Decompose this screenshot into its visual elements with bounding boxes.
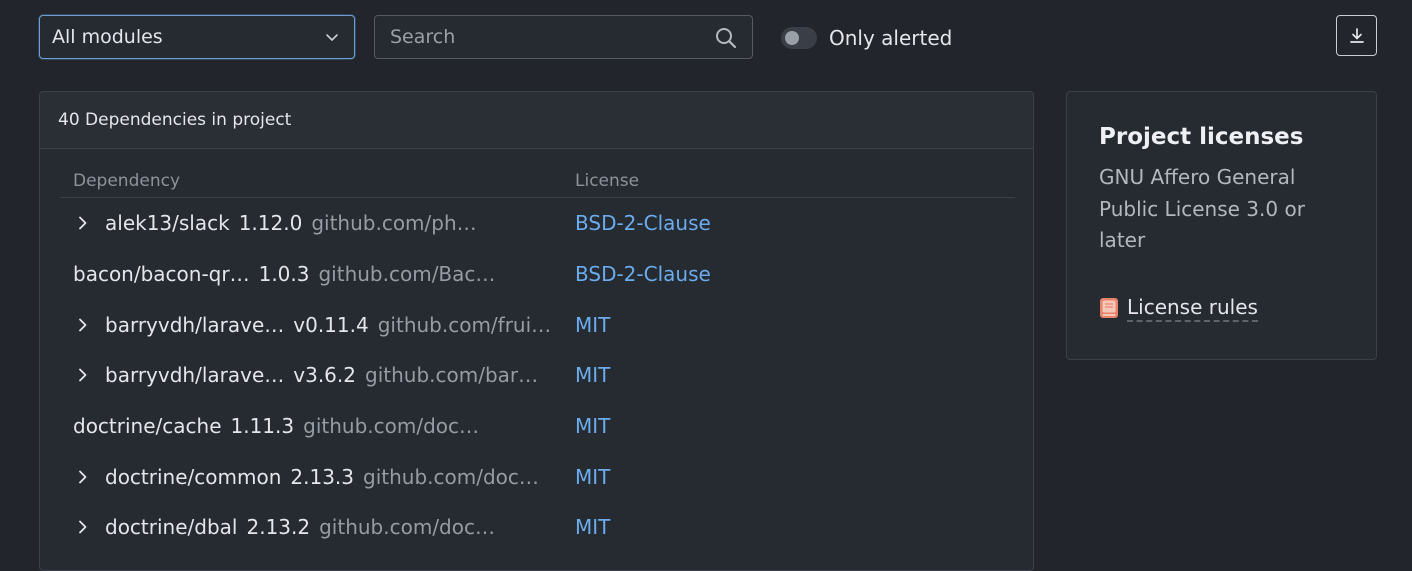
dependency-version: 2.13.3: [290, 464, 355, 489]
dependency-cell: bacon/bacon-qr… 1.0.3 github.com/Bac…: [73, 262, 495, 286]
dependency-version: 1.11.3: [230, 414, 295, 439]
dependency-version: v3.6.2: [293, 363, 356, 388]
dependency-name: bacon/bacon-qr…: [73, 262, 250, 287]
book-icon: [1100, 298, 1118, 318]
license-link[interactable]: BSD-2-Clause: [575, 211, 711, 235]
dependency-version: v0.11.4: [293, 312, 369, 337]
license-link[interactable]: MIT: [575, 313, 610, 337]
dependency-source: github.com/bar…: [365, 363, 539, 388]
dependency-version: 2.13.2: [246, 515, 311, 540]
chevron-right-icon[interactable]: [73, 467, 93, 487]
dependencies-table: Dependency License alek13/slack 1.12.0 g…: [60, 164, 1015, 553]
license-link[interactable]: MIT: [575, 414, 610, 438]
chevron-down-icon: [326, 34, 338, 41]
download-icon: [1349, 27, 1364, 43]
dependency-name: barryvdh/larave…: [105, 363, 285, 388]
dependency-source: github.com/doc…: [363, 464, 539, 489]
dependency-name: doctrine/dbal: [105, 515, 238, 540]
table-row: barryvdh/larave… v0.11.4 github.com/frui…: [60, 299, 1015, 350]
project-licenses-card: Project licenses GNU Affero General Publ…: [1066, 91, 1377, 360]
column-header-license: License: [575, 170, 640, 191]
toolbar: All modules Only alerted: [0, 0, 1412, 76]
table-row: doctrine/common 2.13.3 github.com/doc… M…: [60, 451, 1015, 502]
module-select-value: All modules: [52, 26, 163, 48]
chevron-right-icon[interactable]: [73, 365, 93, 385]
license-link[interactable]: BSD-2-Clause: [575, 262, 711, 286]
chevron-right-icon[interactable]: [73, 315, 93, 335]
dependency-source: github.com/Bac…: [318, 262, 496, 287]
export-button[interactable]: [1336, 15, 1377, 56]
search-box: [374, 15, 753, 59]
dependency-source: github.com/doc…: [319, 515, 495, 540]
dependency-cell: doctrine/common 2.13.3 github.com/doc…: [73, 465, 539, 489]
table-row: alek13/slack 1.12.0 github.com/ph… BSD-2…: [60, 198, 1015, 249]
dependency-cell: alek13/slack 1.12.0 github.com/ph…: [73, 211, 477, 235]
only-alerted-toggle-group: Only alerted: [781, 22, 952, 54]
project-licenses-title: Project licenses: [1099, 124, 1304, 150]
dependency-cell: barryvdh/larave… v0.11.4 github.com/frui…: [73, 313, 551, 337]
dependency-source: github.com/frui…: [377, 312, 552, 337]
dependencies-count: 40 Dependencies in project: [40, 92, 1033, 149]
license-link[interactable]: MIT: [575, 465, 610, 489]
dependency-name: alek13/slack: [105, 211, 230, 236]
table-header: Dependency License: [60, 164, 1015, 198]
table-body: alek13/slack 1.12.0 github.com/ph… BSD-2…: [60, 198, 1015, 553]
only-alerted-label: Only alerted: [829, 26, 953, 50]
search-icon[interactable]: [714, 26, 738, 50]
dependency-source: github.com/ph…: [311, 211, 477, 236]
license-link[interactable]: MIT: [575, 515, 610, 539]
dependency-cell: doctrine/dbal 2.13.2 github.com/doc…: [73, 515, 495, 539]
table-row: doctrine/cache 1.11.3 github.com/doc… MI…: [60, 401, 1015, 452]
table-row: bacon/bacon-qr… 1.0.3 github.com/Bac… BS…: [60, 249, 1015, 300]
dependency-cell: doctrine/cache 1.11.3 github.com/doc…: [73, 414, 479, 438]
dependency-version: 1.12.0: [238, 211, 303, 236]
dependency-name: barryvdh/larave…: [105, 312, 285, 337]
project-license-name: GNU Affero General Public License 3.0 or…: [1099, 165, 1305, 252]
dependency-cell: barryvdh/larave… v3.6.2 github.com/bar…: [73, 363, 538, 387]
only-alerted-toggle[interactable]: [781, 27, 817, 49]
license-link[interactable]: MIT: [575, 363, 610, 387]
license-rules-link[interactable]: License rules: [1099, 295, 1344, 322]
dependency-name: doctrine/common: [105, 464, 282, 489]
chevron-right-icon[interactable]: [73, 517, 93, 537]
module-select[interactable]: All modules: [39, 15, 355, 59]
column-header-dependency: Dependency: [73, 170, 181, 191]
dependencies-card: 40 Dependencies in project Dependency Li…: [39, 91, 1034, 571]
dependency-name: doctrine/cache: [73, 414, 222, 439]
search-input[interactable]: [375, 26, 695, 48]
dependency-version: 1.0.3: [258, 262, 310, 287]
table-row: doctrine/dbal 2.13.2 github.com/doc… MIT: [60, 502, 1015, 553]
dependency-source: github.com/doc…: [303, 414, 480, 439]
table-row: barryvdh/larave… v3.6.2 github.com/bar… …: [60, 350, 1015, 401]
license-rules-label: License rules: [1127, 295, 1258, 322]
chevron-right-icon[interactable]: [73, 213, 93, 233]
